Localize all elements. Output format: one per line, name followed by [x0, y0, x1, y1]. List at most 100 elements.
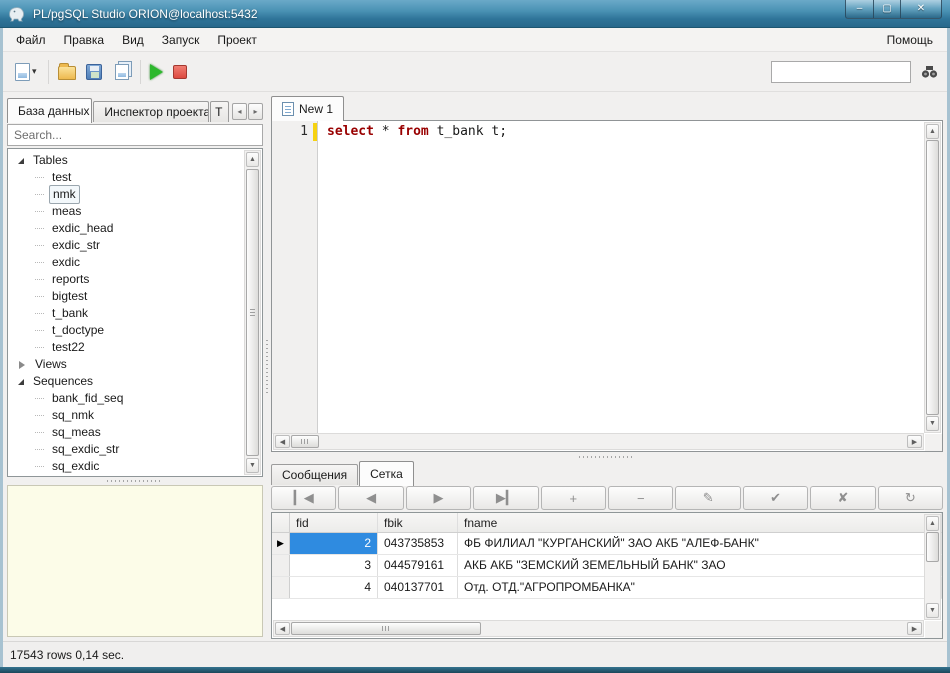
- grid-horizontal-scrollbar[interactable]: ◀ ▶: [273, 620, 924, 637]
- column-header-fname[interactable]: fname: [458, 513, 942, 532]
- tree-item-t-bank[interactable]: t_bank: [14, 305, 262, 322]
- collapsed-icon[interactable]: [19, 361, 25, 369]
- tree-group-views[interactable]: Views: [14, 356, 262, 373]
- menu-project[interactable]: Проект: [208, 30, 266, 50]
- post-edit-button[interactable]: ✔: [743, 486, 808, 510]
- scroll-up-icon[interactable]: ▲: [246, 152, 259, 167]
- cell-fbik[interactable]: 040137701: [378, 577, 458, 598]
- last-record-button[interactable]: ▶▎: [473, 486, 538, 510]
- editor-horizontal-scrollbar[interactable]: ◀ ▶: [273, 433, 924, 450]
- expanded-icon[interactable]: [18, 158, 24, 164]
- tree-item-sq-exdic[interactable]: sq_exdic: [14, 458, 262, 475]
- editor-results-splitter[interactable]: [271, 452, 943, 461]
- tree-vertical-scrollbar[interactable]: ▲ ▼: [244, 150, 261, 475]
- sidebar-search-input[interactable]: [7, 124, 263, 146]
- cell-fbik[interactable]: 044579161: [378, 555, 458, 576]
- tree-item-nmk[interactable]: nmk: [14, 186, 262, 203]
- tree-item-bigtest[interactable]: bigtest: [14, 288, 262, 305]
- tree-item-t-doctype[interactable]: t_doctype: [14, 322, 262, 339]
- insert-record-button[interactable]: +: [541, 486, 606, 510]
- cell-fname[interactable]: АКБ АКБ "ЗЕМСКИЙ ЗЕМЕЛЬНЫЙ БАНК" ЗАО: [458, 555, 942, 576]
- tree-item-meas[interactable]: meas: [14, 203, 262, 220]
- tab-truncated[interactable]: Т: [210, 101, 229, 122]
- delete-record-button[interactable]: −: [608, 486, 673, 510]
- menu-file[interactable]: Файл: [7, 30, 55, 50]
- scroll-left-icon[interactable]: ◀: [275, 622, 290, 635]
- open-file-button[interactable]: [54, 59, 80, 84]
- edit-record-button[interactable]: ✎: [675, 486, 740, 510]
- scrollbar-thumb[interactable]: [291, 435, 319, 448]
- tab-project-inspector[interactable]: Инспектор проекта: [93, 101, 209, 122]
- scrollbar-thumb[interactable]: [926, 140, 939, 415]
- chevron-down-icon[interactable]: ▾: [32, 66, 37, 77]
- stop-query-button[interactable]: [169, 61, 191, 83]
- tree-item-sq-nmk[interactable]: sq_nmk: [14, 407, 262, 424]
- save-file-button[interactable]: [82, 60, 106, 84]
- menu-edit[interactable]: Правка: [55, 30, 114, 50]
- tree-group-tables[interactable]: Tables: [14, 152, 262, 169]
- table-row[interactable]: ▶ 2 043735853 ФБ ФИЛИАЛ "КУРГАНСКИЙ" ЗАО…: [272, 533, 942, 555]
- scrollbar-thumb[interactable]: [926, 532, 939, 562]
- scroll-down-icon[interactable]: ▼: [246, 458, 259, 473]
- scroll-left-icon[interactable]: ◀: [275, 435, 290, 448]
- tree-group-sequences[interactable]: Sequences: [14, 373, 262, 390]
- menu-run[interactable]: Запуск: [153, 30, 209, 50]
- column-header-fid[interactable]: fid: [290, 513, 378, 532]
- tree-item-exdic-str[interactable]: exdic_str: [14, 237, 262, 254]
- refresh-data-button[interactable]: ↻: [878, 486, 943, 510]
- scroll-up-icon[interactable]: ▲: [926, 516, 939, 531]
- menu-help[interactable]: Помощь: [877, 30, 943, 50]
- cell-fname[interactable]: Отд. ОТД."АГРОПРОМБАНКА": [458, 577, 942, 598]
- tab-scroll-left-icon[interactable]: ◂: [232, 103, 247, 120]
- cell-fid[interactable]: 2: [290, 533, 378, 554]
- save-all-button[interactable]: [108, 60, 133, 84]
- first-record-button[interactable]: ▎◀: [271, 486, 336, 510]
- tree-item-exdic-head[interactable]: exdic_head: [14, 220, 262, 237]
- sidebar-splitter[interactable]: [7, 477, 263, 485]
- column-header-fbik[interactable]: fbik: [378, 513, 458, 532]
- tab-database[interactable]: База данных: [7, 98, 92, 123]
- tab-messages[interactable]: Сообщения: [271, 464, 358, 485]
- cell-fid[interactable]: 3: [290, 555, 378, 576]
- maximize-button[interactable]: ▢: [874, 0, 901, 19]
- table-row[interactable]: 3 044579161 АКБ АКБ "ЗЕМСКИЙ ЗЕМЕЛЬНЫЙ Б…: [272, 555, 942, 577]
- tree-item-test[interactable]: test: [14, 169, 262, 186]
- cell-fname[interactable]: ФБ ФИЛИАЛ "КУРГАНСКИЙ" ЗАО АКБ "АЛЕФ-БАН…: [458, 533, 942, 554]
- grid-vertical-scrollbar[interactable]: ▲ ▼: [924, 514, 941, 620]
- table-row[interactable]: 4 040137701 Отд. ОТД."АГРОПРОМБАНКА": [272, 577, 942, 599]
- close-button[interactable]: ✕: [901, 0, 942, 19]
- tree-item-reports[interactable]: reports: [14, 271, 262, 288]
- find-button[interactable]: [919, 63, 939, 81]
- tab-new1[interactable]: New 1: [271, 96, 344, 121]
- scroll-right-icon[interactable]: ▶: [907, 435, 922, 448]
- tree-item-sq-exdic-str[interactable]: sq_exdic_str: [14, 441, 262, 458]
- tree-item-sq-meas[interactable]: sq_meas: [14, 424, 262, 441]
- tab-scroll-right-icon[interactable]: ▸: [248, 103, 263, 120]
- code-line[interactable]: select * from t_bank t;: [319, 123, 924, 141]
- tree-item-exdic[interactable]: exdic: [14, 254, 262, 271]
- cell-fid[interactable]: 4: [290, 577, 378, 598]
- scroll-down-icon[interactable]: ▼: [926, 416, 939, 431]
- sql-editor[interactable]: 1 select * from t_bank t; ▲ ▼ ◀ ▶: [271, 120, 943, 452]
- next-record-button[interactable]: ▶: [406, 486, 471, 510]
- minimize-button[interactable]: –: [845, 0, 874, 19]
- editor-vertical-scrollbar[interactable]: ▲ ▼: [924, 122, 941, 433]
- tree-item-bank-fid-seq[interactable]: bank_fid_seq: [14, 390, 262, 407]
- scroll-down-icon[interactable]: ▼: [926, 603, 939, 618]
- tree-item-test22[interactable]: test22: [14, 339, 262, 356]
- scroll-right-icon[interactable]: ▶: [907, 622, 922, 635]
- scrollbar-thumb[interactable]: [291, 622, 481, 635]
- notes-panel[interactable]: [7, 485, 263, 637]
- run-query-button[interactable]: [146, 60, 167, 84]
- main-vertical-splitter[interactable]: [263, 96, 271, 639]
- tab-grid[interactable]: Сетка: [359, 461, 414, 486]
- scrollbar-thumb[interactable]: [246, 169, 259, 456]
- cell-fbik[interactable]: 043735853: [378, 533, 458, 554]
- scroll-up-icon[interactable]: ▲: [926, 124, 939, 139]
- new-file-button[interactable]: ▾: [11, 59, 41, 85]
- toolbar-search-input[interactable]: [771, 61, 911, 83]
- cancel-edit-button[interactable]: ✘: [810, 486, 875, 510]
- expanded-icon[interactable]: [18, 379, 24, 385]
- prior-record-button[interactable]: ◀: [338, 486, 403, 510]
- menu-view[interactable]: Вид: [113, 30, 153, 50]
